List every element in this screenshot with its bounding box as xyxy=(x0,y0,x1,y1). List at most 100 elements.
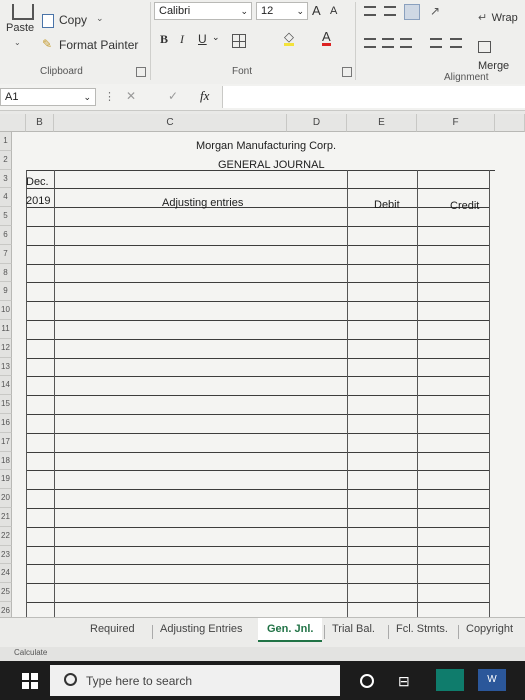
row-header[interactable]: 14 xyxy=(0,376,12,396)
taskbar-search-box[interactable]: Type here to search xyxy=(50,665,340,696)
column-header-f[interactable]: F xyxy=(417,114,495,132)
row-header[interactable]: 8 xyxy=(0,263,12,283)
row-header[interactable]: 10 xyxy=(0,301,12,320)
ribbon-separator xyxy=(150,2,151,80)
row-header[interactable]: 4 xyxy=(0,188,12,208)
font-size-select[interactable]: 12 ⌄ xyxy=(256,2,308,20)
task-view-icon[interactable]: ⊟ xyxy=(398,673,410,690)
font-color-button[interactable]: A xyxy=(322,30,331,46)
word-app-icon[interactable]: W xyxy=(478,669,506,691)
borders-icon[interactable] xyxy=(232,34,246,48)
grid-row-line xyxy=(26,244,489,246)
orientation-icon[interactable]: ↗ xyxy=(430,4,440,18)
worksheet-grid: B C D E F 1 2 3 4 5 6 7 8 9 10 11 12 13 14 15 16 17 18 19 2… xyxy=(0,114,525,641)
windows-start-icon[interactable] xyxy=(22,673,38,689)
format-painter-button[interactable]: ✎ Format Painter xyxy=(42,36,138,54)
column-header-d[interactable]: D xyxy=(287,114,347,132)
row-header[interactable]: 22 xyxy=(0,526,12,546)
more-options-icon: ⋮ xyxy=(104,91,115,103)
grid-row-line xyxy=(26,282,489,284)
grid-row-line xyxy=(26,564,489,566)
column-header-blank[interactable] xyxy=(495,114,525,132)
name-box-chevron-icon: ⌄ xyxy=(83,92,91,102)
row-header[interactable]: 17 xyxy=(0,432,12,452)
cortana-icon[interactable] xyxy=(360,674,374,688)
name-box[interactable]: A1 ⌄ xyxy=(0,88,96,106)
align-center-icon[interactable] xyxy=(382,38,394,48)
row-header[interactable]: 5 xyxy=(0,207,12,226)
grid-row-line xyxy=(26,301,489,303)
decrease-indent-icon[interactable] xyxy=(430,38,442,48)
column-header-b[interactable]: B xyxy=(26,114,54,132)
select-all-corner[interactable] xyxy=(0,114,26,132)
windows-taskbar: Type here to search ⊟ W xyxy=(0,661,525,700)
tab-copyright[interactable]: Copyright xyxy=(466,623,513,635)
row-header[interactable]: 20 xyxy=(0,489,12,508)
font-name-select[interactable]: Calibri ⌄ xyxy=(154,2,252,20)
grid-row-line xyxy=(26,470,489,472)
align-middle-icon[interactable] xyxy=(384,6,396,16)
grid-column-line xyxy=(26,169,27,640)
row-header[interactable]: 2 xyxy=(0,150,12,170)
clipboard-launcher-icon[interactable] xyxy=(136,67,146,77)
enter-icon[interactable]: ✓ xyxy=(168,89,178,103)
row-header[interactable]: 25 xyxy=(0,583,12,602)
merge-icon xyxy=(478,40,491,53)
column-header-c[interactable]: C xyxy=(54,114,287,132)
tab-fcl-stmts[interactable]: Fcl. Stmts. xyxy=(396,623,448,635)
align-right-icon[interactable] xyxy=(400,38,412,48)
row-header[interactable]: 13 xyxy=(0,357,12,377)
row-header[interactable]: 11 xyxy=(0,320,12,339)
tab-gen-jnl[interactable]: Gen. Jnl. xyxy=(258,618,323,642)
publisher-app-icon[interactable] xyxy=(436,669,464,691)
grid-row-line xyxy=(26,545,489,547)
row-header[interactable]: 16 xyxy=(0,414,12,433)
formula-bar: A1 ⌄ ⋮ ✕ ✓ fx xyxy=(0,84,525,111)
row-header[interactable]: 1 xyxy=(0,132,12,151)
row-header[interactable]: 19 xyxy=(0,470,12,490)
tab-required[interactable]: Required xyxy=(90,623,135,635)
align-top-icon[interactable] xyxy=(364,6,376,16)
decrease-font-size-button[interactable]: A xyxy=(330,5,337,17)
row-header[interactable]: 18 xyxy=(0,451,12,471)
wrap-text-button[interactable]: ↵ Wrap xyxy=(478,8,518,26)
row-header[interactable]: 6 xyxy=(0,226,12,245)
row-header[interactable]: 21 xyxy=(0,508,12,527)
fill-color-icon[interactable]: ◇ xyxy=(284,30,294,46)
font-group-label: Font xyxy=(232,66,253,77)
formula-input[interactable] xyxy=(222,86,525,108)
paste-label: Paste xyxy=(6,22,35,34)
row-header[interactable]: 23 xyxy=(0,545,12,565)
cancel-icon[interactable]: ✕ xyxy=(126,89,136,103)
row-header[interactable]: 12 xyxy=(0,338,12,358)
tab-adjusting-entries[interactable]: Adjusting Entries xyxy=(160,623,243,635)
column-header-e[interactable]: E xyxy=(347,114,417,132)
row-header[interactable]: 3 xyxy=(0,169,12,189)
grid-row-line xyxy=(26,376,489,378)
align-bottom-icon[interactable] xyxy=(404,4,420,20)
font-launcher-icon[interactable] xyxy=(342,67,352,77)
insert-function-icon[interactable]: fx xyxy=(200,88,209,104)
grid-column-line xyxy=(417,169,418,640)
tab-trial-bal[interactable]: Trial Bal. xyxy=(332,623,375,635)
grid-row-line xyxy=(26,263,489,265)
copy-dropdown-icon: ⌄ xyxy=(96,13,104,23)
increase-indent-icon[interactable] xyxy=(450,38,462,48)
underline-dropdown-icon[interactable]: ⌄ xyxy=(212,32,220,43)
row-header[interactable]: 24 xyxy=(0,564,12,584)
grid-row-line xyxy=(26,451,489,453)
sheet-tab-bar: Required Adjusting Entries Gen. Jnl. Tri… xyxy=(0,617,525,648)
name-box-value: A1 xyxy=(5,91,19,103)
align-left-icon[interactable] xyxy=(364,38,376,48)
row-header[interactable]: 15 xyxy=(0,395,12,414)
row-header[interactable]: 9 xyxy=(0,282,12,302)
merge-center-button[interactable]: Merge xyxy=(478,38,525,74)
italic-button[interactable]: I xyxy=(180,32,184,47)
underline-button[interactable]: U xyxy=(198,32,207,46)
row-header[interactable]: 7 xyxy=(0,244,12,264)
paste-button[interactable]: Paste ⌄ xyxy=(4,4,36,48)
credit-header: Credit xyxy=(450,200,480,212)
increase-font-size-button[interactable]: A xyxy=(312,3,321,18)
debit-header: Debit xyxy=(374,199,400,211)
bold-button[interactable]: B xyxy=(160,32,168,47)
